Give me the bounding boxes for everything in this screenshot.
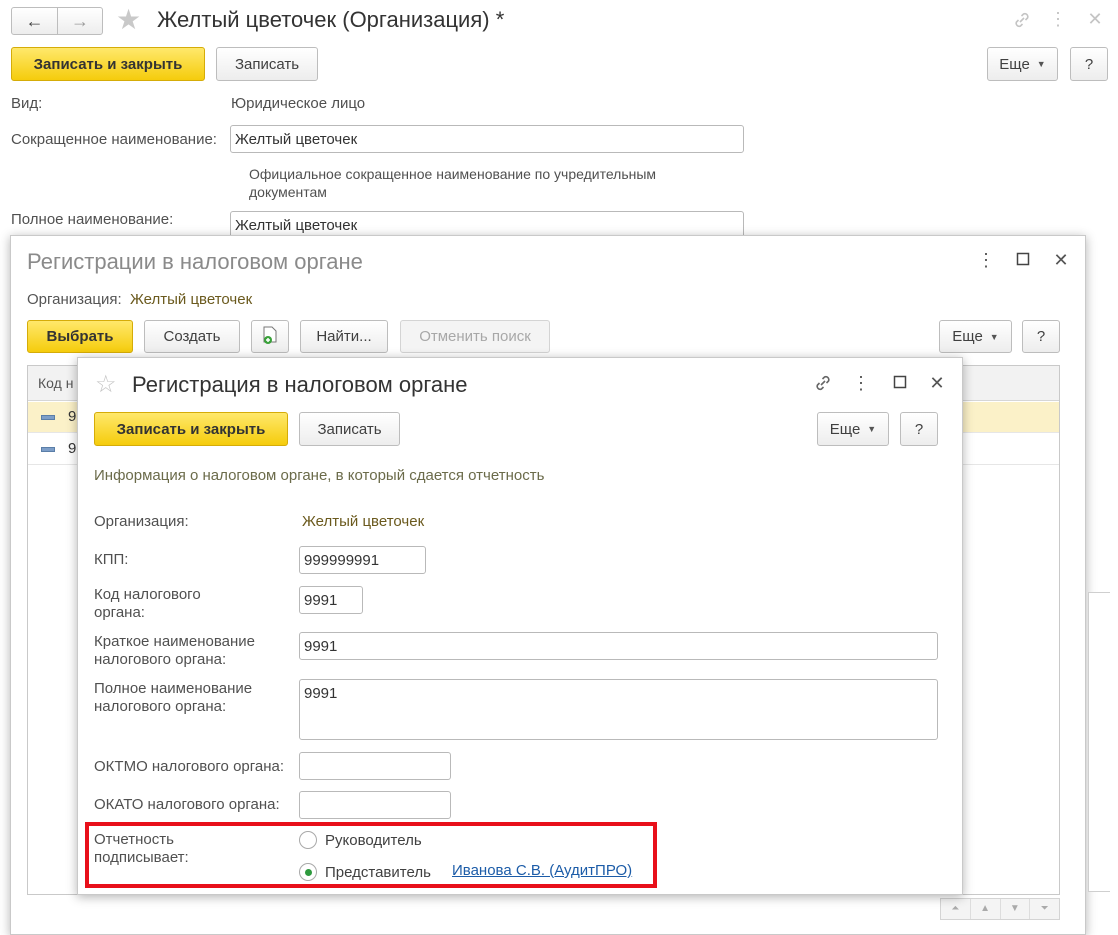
cancel-search-button[interactable]: Отменить поиск (400, 320, 550, 353)
menu-dots-icon[interactable]: ⋮ (1048, 9, 1068, 29)
maximize-icon[interactable] (1013, 250, 1033, 270)
maximize-icon[interactable] (890, 373, 910, 393)
short-name-label: Сокращенное наименование: (11, 131, 217, 148)
link-icon[interactable] (813, 373, 833, 397)
close-icon[interactable]: ✕ (927, 373, 947, 393)
okato-label: ОКАТО налогового органа: (94, 796, 280, 813)
radio-option-head[interactable]: Руководитель (299, 831, 422, 849)
scroll-bottom-icon[interactable]: ⏷ (1030, 899, 1059, 919)
scroll-down-icon[interactable]: ▼ (1001, 899, 1031, 919)
add-document-icon (261, 325, 279, 349)
oktmo-input[interactable] (299, 752, 451, 780)
full-name-label-line1: Полное наименование (94, 680, 253, 697)
org-label: Организация: (94, 513, 189, 530)
org-value[interactable]: Желтый цветочек (302, 513, 424, 531)
list-more-button[interactable]: Еще ▼ (939, 320, 1012, 353)
arrow-left-icon: ← (25, 10, 44, 31)
short-name-label-line2: налогового органа: (94, 651, 227, 668)
menu-dots-icon[interactable]: ⋮ (976, 250, 996, 270)
back-button[interactable]: ← (11, 7, 58, 35)
scroll-top-icon[interactable]: ⏶ (941, 899, 971, 919)
save-button[interactable]: Записать (216, 47, 318, 81)
scroll-up-icon[interactable]: ▲ (971, 899, 1001, 919)
okato-input[interactable] (299, 791, 451, 819)
row-code: 9 (68, 408, 77, 425)
close-icon[interactable]: ✕ (1051, 250, 1071, 270)
column-code-header[interactable]: Код н (38, 375, 73, 391)
find-button[interactable]: Найти... (300, 320, 388, 353)
full-name-label: Полное наименование налогового органа: (94, 680, 252, 716)
page-title: Желтый цветочек (Организация) * (157, 7, 505, 32)
vid-value: Юридическое лицо (231, 95, 366, 112)
radio-checked-icon[interactable] (299, 863, 317, 881)
row-status-icon (41, 447, 55, 452)
oktmo-label: ОКТМО налогового органа: (94, 758, 285, 775)
short-name-input[interactable]: Желтый цветочек (230, 125, 744, 153)
full-name-textarea[interactable]: 9991 (299, 679, 938, 740)
dialog-title: Регистрация в налоговом органе (132, 372, 468, 397)
background-panel-edge (1088, 592, 1110, 892)
more-button[interactable]: Еще ▼ (987, 47, 1058, 81)
copy-button[interactable] (251, 320, 289, 353)
link-icon[interactable] (1012, 10, 1032, 34)
more-label: Еще (829, 420, 861, 438)
kpp-input[interactable]: 999999991 (299, 546, 426, 574)
tax-code-label-line2: органа: (94, 604, 145, 621)
dialog-more-button[interactable]: Еще ▼ (817, 412, 889, 446)
chevron-down-icon: ▼ (989, 331, 999, 342)
radio-option-representative[interactable]: Представитель (299, 863, 431, 881)
tax-code-input[interactable]: 9991 (299, 586, 363, 614)
info-text: Информация о налоговом органе, в который… (94, 467, 545, 484)
kpp-label: КПП: (94, 551, 129, 568)
menu-dots-icon[interactable]: ⋮ (851, 373, 871, 393)
close-icon[interactable]: ✕ (1085, 9, 1105, 29)
dialog-help-button[interactable]: ? (900, 412, 938, 446)
signer-label-line2: подписывает: (94, 849, 189, 866)
representative-link[interactable]: Иванова С.В. (АудитПРО) (452, 862, 632, 879)
list-org-value[interactable]: Желтый цветочек (130, 291, 252, 309)
short-name-hint: Официальное сокращенное наименование по … (249, 166, 657, 200)
row-code: 9 (68, 440, 77, 457)
full-name-label-line2: налогового органа: (94, 698, 227, 715)
dialog-save-and-close-button[interactable]: Записать и закрыть (94, 412, 288, 446)
short-name-label-line1: Краткое наименование (94, 633, 255, 650)
select-button[interactable]: Выбрать (27, 320, 133, 353)
tax-code-label-line1: Код налогового (94, 586, 201, 603)
favorite-star-icon[interactable]: ★ (116, 5, 141, 35)
radio-representative-label: Представитель (325, 863, 431, 881)
forward-button[interactable]: → (57, 7, 103, 35)
full-name-label: Полное наименование: (11, 211, 174, 228)
scroll-controls: ⏶ ▲ ▼ ⏷ (940, 898, 1060, 920)
radio-dot (304, 868, 312, 876)
save-and-close-button[interactable]: Записать и закрыть (11, 47, 205, 81)
vid-label: Вид: (11, 95, 43, 112)
tax-code-label: Код налогового органа: (94, 586, 201, 622)
short-name-input[interactable]: 9991 (299, 632, 938, 660)
chevron-down-icon: ▼ (867, 424, 877, 434)
row-status-icon (41, 415, 55, 420)
more-label: Еще (952, 328, 983, 345)
short-name-label: Краткое наименование налогового органа: (94, 633, 255, 669)
registration-dialog: ☆ Регистрация в налоговом органе ⋮ ✕ Зап… (77, 357, 963, 895)
radio-head-label: Руководитель (325, 831, 422, 849)
list-window-title: Регистрации в налоговом органе (27, 249, 363, 274)
help-button[interactable]: ? (1070, 47, 1108, 81)
radio-unchecked-icon[interactable] (299, 831, 317, 849)
signer-label: Отчетность подписывает: (94, 831, 189, 867)
more-label: Еще (999, 55, 1030, 73)
favorite-star-icon[interactable]: ☆ (95, 372, 117, 398)
create-button[interactable]: Создать (144, 320, 240, 353)
list-org-label: Организация: (27, 291, 122, 308)
arrow-right-icon: → (71, 10, 89, 31)
signer-label-line1: Отчетность (94, 831, 174, 848)
dialog-save-button[interactable]: Записать (299, 412, 400, 446)
list-help-button[interactable]: ? (1022, 320, 1060, 353)
chevron-down-icon: ▼ (1036, 59, 1046, 69)
